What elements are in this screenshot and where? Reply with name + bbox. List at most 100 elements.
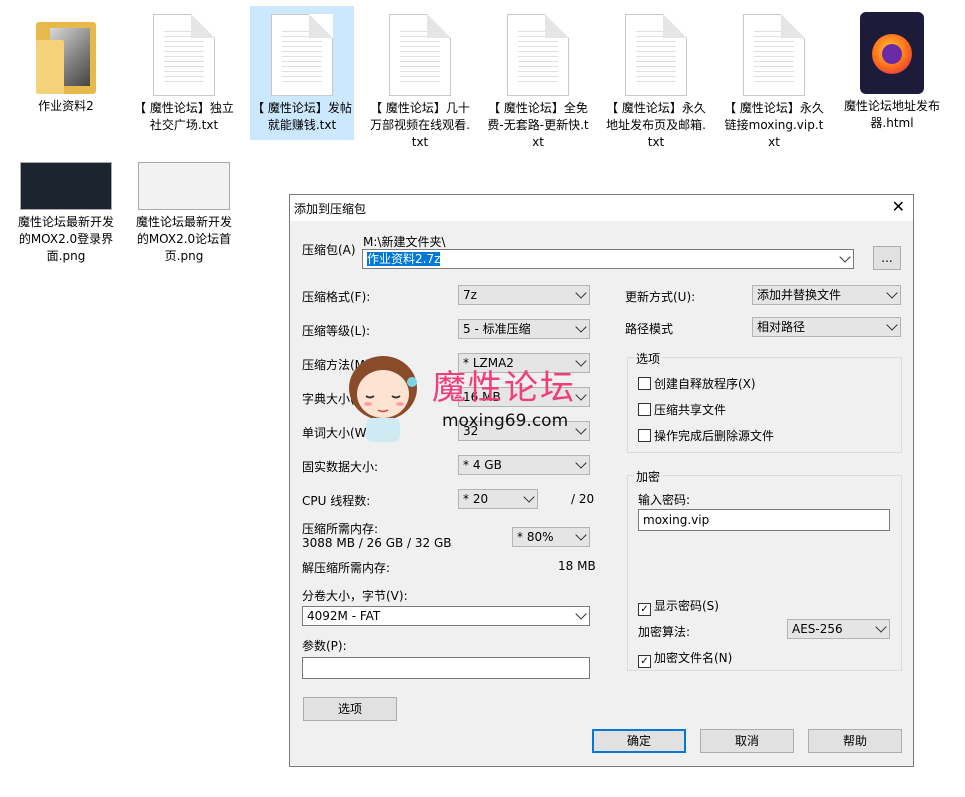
desktop-file-item[interactable]: 【 魔性论坛】全免费-无套路-更新快.txt [486,6,590,151]
file-label: 【 魔性论坛】发帖就能赚钱.txt [252,101,352,132]
dialog-title: 添加到压缩包 [294,202,367,216]
cpu-threads-value: * 20 [463,492,489,506]
add-to-archive-dialog: 添加到压缩包 ✕ 压缩包(A) M:\新建文件夹\ 作业资料2.7z ... 压… [289,194,914,767]
desktop-image-item[interactable]: 魔性论坛最新开发的MOX2.0登录界面.png [14,160,118,265]
chevron-down-icon [575,287,587,299]
archive-name-combo[interactable]: 作业资料2.7z [362,249,854,269]
text-file-icon [743,14,805,96]
options-button[interactable]: 选项 [303,697,397,721]
memory-usage-value: * 80% [517,530,554,544]
checkmark-icon: ✓ [638,655,651,668]
delete-after-label: 操作完成后删除源文件 [654,429,775,443]
show-password-label: 显示密码(S) [654,599,719,613]
format-label: 压缩格式(F): [302,290,371,304]
format-value: 7z [463,288,477,302]
update-mode-select[interactable]: 添加并替换文件 [752,285,901,305]
encryption-method-label: 加密算法: [638,625,691,639]
checkbox-unchecked-icon [638,429,651,442]
memory-label: 压缩所需内存: [302,522,379,536]
options-group-title: 选项 [634,350,663,367]
file-label: 魔性论坛最新开发的MOX2.0论坛首页.png [135,215,232,263]
chevron-down-icon [575,321,587,333]
help-button[interactable]: 帮助 [808,729,902,753]
password-label: 输入密码: [638,493,691,507]
path-mode-label: 路径模式 [625,322,674,336]
decompress-memory-value: 18 MB [558,559,596,573]
archive-label: 压缩包(A) [302,243,356,257]
chevron-down-icon [886,287,898,299]
volume-size-combo[interactable]: 4092M - FAT [302,606,590,626]
level-label: 压缩等级(L): [302,324,371,338]
mascot-logo [349,356,417,442]
chevron-down-icon [523,491,535,503]
folder-icon [36,22,96,94]
browse-button[interactable]: ... [873,246,901,270]
file-label: 作业资料2 [38,99,94,113]
chevron-down-icon [575,423,587,435]
path-mode-value: 相对路径 [757,320,806,334]
encrypt-names-label: 加密文件名(N) [654,651,733,665]
compress-shared-checkbox[interactable]: 压缩共享文件 [638,401,726,418]
path-mode-select[interactable]: 相对路径 [752,317,901,337]
chevron-down-icon [575,457,587,469]
create-sfx-checkbox[interactable]: 创建自释放程序(X) [638,375,756,392]
text-file-icon [389,14,451,96]
encryption-method-select[interactable]: AES-256 [787,619,890,639]
solid-block-label: 固实数据大小: [302,460,379,474]
chevron-down-icon [875,621,887,633]
watermark-url: moxing69.com [442,411,569,431]
show-password-checkbox[interactable]: ✓ 显示密码(S) [638,597,719,616]
level-select[interactable]: 5 - 标准压缩 [458,319,590,339]
watermark-title: 魔性论坛 [432,368,576,408]
volume-size-label: 分卷大小，字节(V): [302,589,408,603]
create-sfx-label: 创建自释放程序(X) [654,377,756,391]
file-label: 【 魔性论坛】永久地址发布页及邮箱.txt [606,101,706,149]
memory-detail: 3088 MB / 26 GB / 32 GB [302,536,452,550]
checkbox-unchecked-icon [638,403,651,416]
close-icon[interactable]: ✕ [892,197,905,217]
decompress-memory-label: 解压缩所需内存: [302,561,391,575]
desktop-file-item[interactable]: 魔性论坛地址发布器.html [840,6,944,132]
parameters-label: 参数(P): [302,639,347,653]
delete-after-checkbox[interactable]: 操作完成后删除源文件 [638,427,774,444]
file-label: 魔性论坛最新开发的MOX2.0登录界面.png [17,215,114,263]
format-select[interactable]: 7z [458,285,590,305]
memory-usage-select[interactable]: * 80% [512,527,590,547]
desktop-file-item[interactable]: 【 魔性论坛】独立社交广场.txt [132,6,236,134]
password-input[interactable]: moxing.vip [638,509,890,531]
cpu-threads-select[interactable]: * 20 [458,489,538,509]
desktop-file-item[interactable]: 【 魔性论坛】永久地址发布页及邮箱.txt [604,6,708,151]
file-label: 魔性论坛地址发布器.html [843,99,940,130]
file-label: 【 魔性论坛】全免费-无套路-更新快.txt [487,101,589,149]
checkbox-unchecked-icon [638,377,651,390]
ok-button[interactable]: 确定 [592,729,686,753]
volume-size-value: 4092M - FAT [307,609,381,623]
firefox-icon [860,12,924,94]
chevron-down-icon [575,529,587,541]
chevron-down-icon [575,608,587,620]
text-file-icon [507,14,569,96]
file-label: 【 魔性论坛】永久链接moxing.vip.txt [724,101,824,149]
text-file-icon [271,14,333,96]
parameters-input[interactable] [302,657,590,679]
compress-shared-label: 压缩共享文件 [654,403,727,417]
desktop-file-item[interactable]: 【 魔性论坛】永久链接moxing.vip.txt [722,6,826,151]
dialog-titlebar: 添加到压缩包 ✕ [290,195,913,221]
cpu-threads-max: / 20 [571,492,595,506]
text-file-icon [153,14,215,96]
update-mode-value: 添加并替换文件 [757,288,842,302]
update-mode-label: 更新方式(U): [625,290,696,304]
solid-block-select[interactable]: * 4 GB [458,455,590,475]
encrypt-names-checkbox[interactable]: ✓ 加密文件名(N) [638,649,732,668]
level-value: 5 - 标准压缩 [463,322,531,336]
desktop-image-item[interactable]: 魔性论坛最新开发的MOX2.0论坛首页.png [132,160,236,265]
file-label: 【 魔性论坛】独立社交广场.txt [134,101,234,132]
cancel-button[interactable]: 取消 [700,729,794,753]
chevron-down-icon[interactable] [839,251,851,263]
image-thumbnail-icon [20,162,112,210]
desktop-folder-item[interactable]: 作业资料2 [14,6,118,115]
desktop-file-item-selected[interactable]: 【 魔性论坛】发帖就能赚钱.txt [250,6,354,140]
checkmark-icon: ✓ [638,603,651,616]
encryption-method-value: AES-256 [792,622,843,636]
desktop-file-item[interactable]: 【 魔性论坛】几十万部视频在线观看.txt [368,6,472,151]
